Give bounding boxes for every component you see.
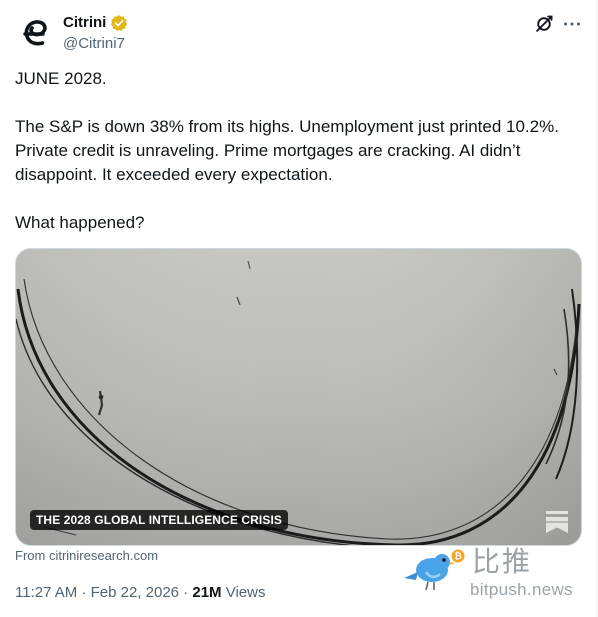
meta-separator: · [179,584,193,601]
views-label: Views [221,584,266,601]
views-count: 21M [192,584,222,601]
tweet-meta: 11:27 AM · Feb 22, 2026 · 21M Views [15,583,265,603]
card-image [16,249,581,545]
watermark-chinese: 比推 [472,545,533,578]
author-handle[interactable]: @Citrini7 [63,34,125,54]
tweet-text: JUNE 2028. The S&P is down 38% from its … [15,67,585,235]
avatar[interactable] [16,12,56,52]
tweet-paragraph: The S&P is down 38% from its highs. Unem… [15,117,564,184]
bitpush-bird-icon: ₿ [404,549,465,591]
meta-separator: · [77,584,91,601]
card-source-link[interactable]: From citriniresearch.com [15,548,158,564]
author-name[interactable]: Citrini [63,13,106,33]
timeline-border [596,0,597,617]
svg-text:₿: ₿ [454,551,461,562]
tweet-paragraph: JUNE 2028. [15,69,107,88]
card-title-badge: THE 2028 GLOBAL INTELLIGENCE CRISIS [30,510,288,530]
link-card[interactable]: THE 2028 GLOBAL INTELLIGENCE CRISIS [15,248,582,546]
grok-icon[interactable] [533,13,555,35]
watermark-url: bitpush.news [470,580,573,599]
tweet-paragraph: What happened? [15,213,145,232]
tweet-time[interactable]: 11:27 AM [15,584,77,601]
more-icon[interactable] [561,13,583,35]
bookmark-icon [546,511,568,533]
tweet-date[interactable]: Feb 22, 2026 [91,584,179,601]
verified-badge-icon [111,14,128,32]
